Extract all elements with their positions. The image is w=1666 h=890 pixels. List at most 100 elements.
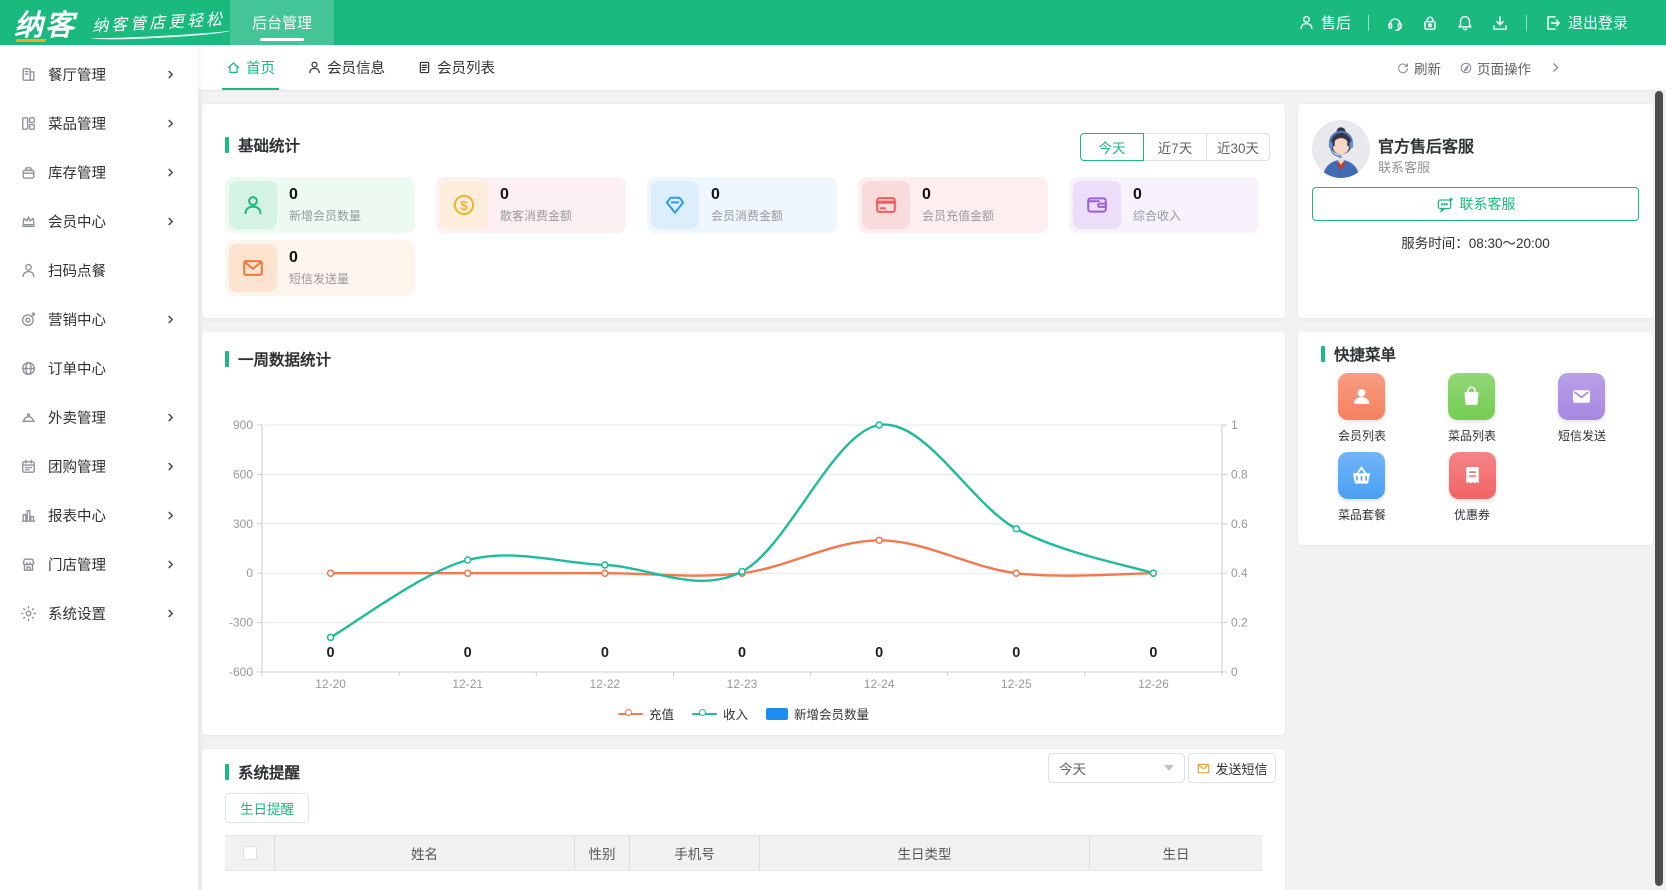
service-avatar <box>1312 120 1370 178</box>
weekly-chart-card: 一周数据统计 9006003000-300-60010.80.60.40.201… <box>202 332 1285 735</box>
quick-item-label: 短信发送 <box>1558 427 1606 444</box>
svg-text:-300: -300 <box>229 616 253 630</box>
sidebar-item-label: 菜品管理 <box>48 113 106 134</box>
svg-text:12-26: 12-26 <box>1138 677 1169 691</box>
page-scrollbar[interactable] <box>1654 91 1664 890</box>
chevron-right-icon <box>165 608 176 619</box>
bell-icon-button[interactable] <box>1456 14 1474 32</box>
backend-admin-tab[interactable]: 后台管理 <box>230 0 334 45</box>
user-icon <box>229 181 277 229</box>
legend-item-充值[interactable]: 充值 <box>618 704 674 723</box>
sidebar-item-label: 餐厅管理 <box>48 64 106 85</box>
quick-item-label: 菜品列表 <box>1448 427 1496 444</box>
sidebar-item-label: 库存管理 <box>48 162 106 183</box>
sidebar-item-0-restaurant[interactable]: 餐厅管理 <box>0 50 198 99</box>
birthday-reminder-tab[interactable]: 生日提醒 <box>225 793 309 823</box>
svg-text:900: 900 <box>233 418 253 432</box>
sidebar-item-1-dishes[interactable]: 菜品管理 <box>0 99 198 148</box>
bag-icon <box>1448 373 1495 420</box>
sidebar-item-7-takeout[interactable]: 外卖管理 <box>0 393 198 442</box>
sidebar-item-10-store[interactable]: 门店管理 <box>0 540 198 589</box>
column-header-0: 姓名 <box>275 836 575 870</box>
svg-text:12-20: 12-20 <box>315 677 346 691</box>
headset-icon-button[interactable] <box>1386 14 1404 32</box>
svg-text:0: 0 <box>601 645 609 661</box>
filter-button-近30天[interactable]: 近30天 <box>1206 133 1270 161</box>
aftersale-button[interactable]: 售后 <box>1298 12 1351 33</box>
date-filter-group: 今天近7天近30天 <box>1080 133 1270 161</box>
quick-item-coupon[interactable]: 优惠券 <box>1449 452 1496 531</box>
reminder-date-select[interactable]: 今天 <box>1048 753 1185 783</box>
sidebar-item-9-report[interactable]: 报表中心 <box>0 491 198 540</box>
title-accent-bar <box>225 764 229 780</box>
page-ops-button[interactable]: 页面操作 <box>1459 58 1531 78</box>
coupon-icon <box>1449 452 1496 499</box>
weekly-line-chart: 9006003000-300-60010.80.60.40.2012-2012-… <box>202 332 1285 735</box>
bell-icon <box>1456 14 1474 32</box>
filter-button-今天[interactable]: 今天 <box>1080 133 1144 161</box>
quick-item-basket[interactable]: 菜品套餐 <box>1338 452 1386 531</box>
envelope-icon <box>1196 761 1211 776</box>
lock-icon-button[interactable] <box>1421 14 1439 32</box>
stat-value: 0 <box>500 186 572 204</box>
sidebar-item-label: 营销中心 <box>48 309 106 330</box>
svg-text:0.4: 0.4 <box>1231 566 1248 580</box>
sidebar-item-2-inventory[interactable]: 库存管理 <box>0 148 198 197</box>
report-icon <box>20 507 37 524</box>
refresh-button[interactable]: 刷新 <box>1396 58 1441 78</box>
svg-text:0: 0 <box>738 645 746 661</box>
svg-text:$: $ <box>460 198 468 213</box>
svg-text:0: 0 <box>1012 645 1020 661</box>
sidebar-item-label: 报表中心 <box>48 505 106 526</box>
sms-icon <box>1558 373 1605 420</box>
quick-item-sms[interactable]: 短信发送 <box>1558 373 1606 452</box>
reminder-table-body <box>225 871 1262 890</box>
svg-text:1: 1 <box>1231 418 1238 432</box>
sidebar-item-label: 订单中心 <box>48 358 106 379</box>
chevron-right-icon[interactable] <box>1549 61 1562 74</box>
clock-icon <box>1459 61 1473 75</box>
home-icon <box>226 60 241 75</box>
tab-1-user[interactable]: 会员信息 <box>303 45 389 90</box>
headset-icon <box>1386 14 1404 32</box>
sidebar-item-3-crown[interactable]: 会员中心 <box>0 197 198 246</box>
sidebar-item-label: 团购管理 <box>48 456 106 477</box>
legend-item-新增会员数量[interactable]: 新增会员数量 <box>766 704 869 723</box>
sidebar-item-5-marketing[interactable]: 营销中心 <box>0 295 198 344</box>
chevron-right-icon <box>165 559 176 570</box>
contact-service-button[interactable]: 联系客服 <box>1312 187 1639 221</box>
send-sms-button[interactable]: 发送短信 <box>1188 753 1276 783</box>
stat-card-1: $0散客消费金额 <box>436 177 626 233</box>
stat-card-4: 0综合收入 <box>1069 177 1259 233</box>
main-content: 基础统计 今天近7天近30天 0新增会员数量$0散客消费金额0会员消费金额0会员… <box>198 91 1666 890</box>
chevron-right-icon <box>165 461 176 472</box>
sidebar-item-4-scan[interactable]: 扫码点餐 <box>0 246 198 295</box>
stat-card-0: 0新增会员数量 <box>225 177 415 233</box>
quick-item-member[interactable]: 会员列表 <box>1338 373 1386 452</box>
logout-button[interactable]: 退出登录 <box>1544 12 1628 33</box>
quick-menu-card: 快捷菜单 会员列表菜品列表短信发送菜品套餐优惠券 <box>1298 332 1653 545</box>
chart-legend: 充值收入新增会员数量 <box>202 704 1285 723</box>
chevron-right-icon <box>165 510 176 521</box>
legend-item-收入[interactable]: 收入 <box>692 704 748 723</box>
mail-icon <box>229 244 277 292</box>
svg-text:0.6: 0.6 <box>1231 517 1248 531</box>
scrollbar-thumb[interactable] <box>1655 91 1663 886</box>
download-icon-button[interactable] <box>1491 14 1509 32</box>
svg-text:0: 0 <box>327 645 335 661</box>
customer-service-card: 官方售后客服 联系客服 联系客服 服务时间：08:30～20:00 <box>1298 104 1653 318</box>
select-all-checkbox[interactable] <box>243 846 257 860</box>
sidebar-item-6-order[interactable]: 订单中心 <box>0 344 198 393</box>
line-marker-icon <box>618 709 643 719</box>
chevron-right-icon <box>165 118 176 129</box>
quick-item-bag[interactable]: 菜品列表 <box>1448 373 1496 452</box>
doc-icon <box>417 60 432 75</box>
sidebar-item-8-groupbuy[interactable]: 团购管理 <box>0 442 198 491</box>
diamond-icon <box>651 181 699 229</box>
sidebar-item-11-settings[interactable]: 系统设置 <box>0 589 198 638</box>
tab-2-doc[interactable]: 会员列表 <box>413 45 499 90</box>
tab-0-home[interactable]: 首页 <box>222 45 279 90</box>
stat-value: 0 <box>289 249 349 267</box>
coin-icon: $ <box>440 181 488 229</box>
filter-button-近7天[interactable]: 近7天 <box>1143 133 1207 161</box>
